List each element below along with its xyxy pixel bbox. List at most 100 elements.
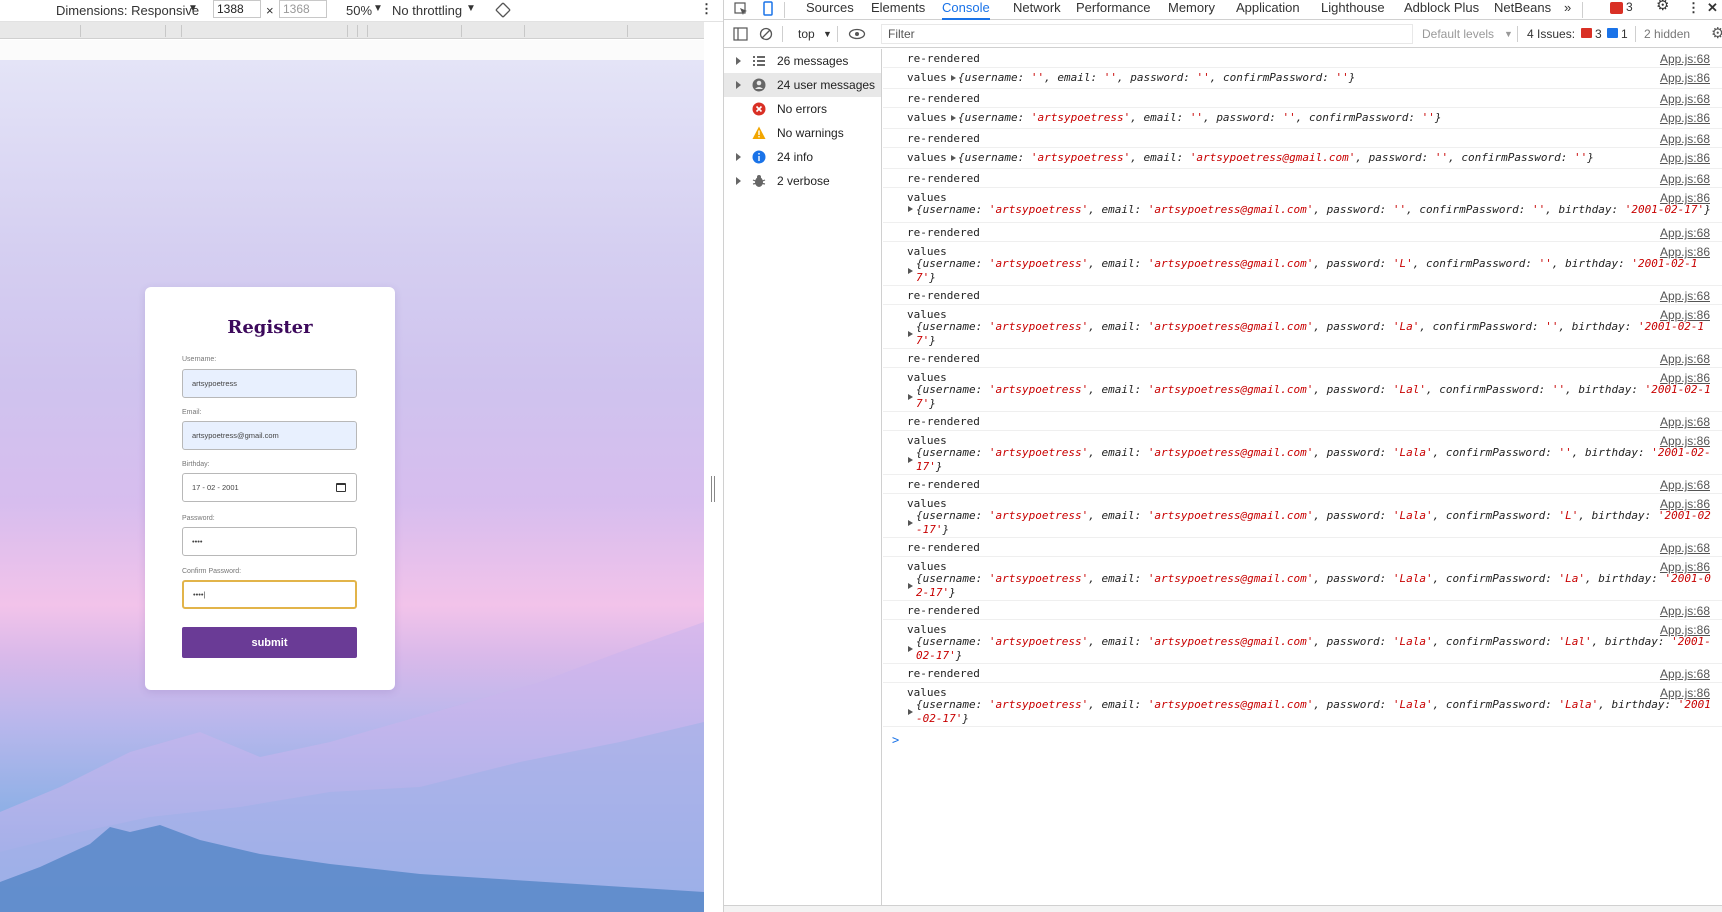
device-toggle-icon[interactable] [761,1,775,17]
username-input[interactable]: artsypoetress [182,369,357,398]
tab-lighthouse[interactable]: Lighthouse [1321,0,1385,20]
source-link[interactable]: App.js:68 [1660,226,1710,240]
error-count[interactable]: 3 [1626,0,1633,20]
dimensions-dropdown[interactable]: Dimensions: Responsive [56,3,199,18]
expand-object-icon[interactable] [951,155,956,161]
expand-object-icon[interactable] [908,709,913,715]
expand-object-icon[interactable] [908,646,913,652]
context-selector[interactable]: top [798,27,815,41]
width-input[interactable]: 1388 [213,0,261,18]
zoom-caret-icon[interactable]: ▼ [373,3,383,14]
source-link[interactable]: App.js:68 [1660,289,1710,303]
sidebar-toggle-icon[interactable] [733,27,748,41]
throttling-dropdown[interactable]: No throttling [392,3,462,18]
tab-elements[interactable]: Elements [871,0,925,20]
expand-arrow-icon[interactable] [736,57,741,65]
source-link[interactable]: App.js:68 [1660,172,1710,186]
console-settings-icon[interactable]: ⚙ [1711,24,1722,42]
throttling-caret-icon[interactable]: ▼ [466,3,476,14]
expand-object-icon[interactable] [908,457,913,463]
expand-object-icon[interactable] [951,75,956,81]
logged-object[interactable]: {username: 'artsypoetress', email: 'arts… [916,446,1711,474]
close-devtools-icon[interactable]: ✕ [1707,0,1718,20]
confirm-password-input[interactable]: ••••| [182,580,357,609]
more-tabs-icon[interactable]: » [1564,0,1571,20]
pane-resize-handle[interactable] [711,476,715,502]
source-link[interactable]: App.js:68 [1660,132,1710,146]
logged-object[interactable]: {username: 'artsypoetress', email: 'arts… [916,257,1711,285]
error-badge-icon[interactable] [1610,2,1623,14]
source-link[interactable]: App.js:68 [1660,352,1710,366]
password-input[interactable]: •••• [182,527,357,556]
expand-arrow-icon[interactable] [736,153,741,161]
logged-object[interactable]: {username: 'artsypoetress', email: 'arts… [916,320,1711,348]
sidebar-item-warnings[interactable]: No warnings [724,121,881,145]
logged-object[interactable]: {username: 'artsypoetress', email: 'arts… [916,635,1711,663]
logged-object[interactable]: {username: 'artsypoetress', email: 'arts… [916,698,1711,726]
tab-performance[interactable]: Performance [1076,0,1150,20]
calendar-icon[interactable] [336,483,346,492]
tab-application[interactable]: Application [1236,0,1300,20]
dimensions-caret-icon[interactable]: ▼ [188,3,198,14]
source-link[interactable]: App.js:68 [1660,604,1710,618]
clear-console-icon[interactable] [759,27,773,41]
submit-button[interactable]: submit [182,627,357,658]
object-key: { [916,635,923,648]
logged-object[interactable]: {username: 'artsypoetress', email: 'arts… [916,383,1711,411]
expand-object-icon[interactable] [908,268,913,274]
expand-object-icon[interactable] [908,394,913,400]
source-link[interactable]: App.js:68 [1660,415,1710,429]
logged-object[interactable]: {username: 'artsypoetress', email: 'arts… [916,203,1711,217]
devtools-menu-icon[interactable]: ⋮ [1687,0,1700,20]
expand-arrow-icon[interactable] [736,81,741,89]
source-link[interactable]: App.js:86 [1660,71,1710,85]
source-link[interactable]: App.js:68 [1660,92,1710,106]
expand-object-icon[interactable] [908,583,913,589]
sidebar-label: 24 user messages [777,78,876,92]
source-link[interactable]: App.js:68 [1660,478,1710,492]
email-input[interactable]: artsypoetress@gmail.com [182,421,357,450]
sidebar-item-user-messages[interactable]: 24 user messages [724,73,881,97]
logged-object[interactable]: {username: '', email: '', password: '', … [958,71,1355,84]
source-link[interactable]: App.js:68 [1660,667,1710,681]
sidebar-item-messages[interactable]: 26 messages [724,49,881,73]
sidebar-item-info[interactable]: 24 info [724,145,881,169]
more-options-icon[interactable]: ⋮ [700,1,713,17]
tab-network[interactable]: Network [1013,0,1061,20]
tab-adblock-plus[interactable]: Adblock Plus [1404,0,1479,20]
source-link[interactable]: App.js:86 [1660,111,1710,125]
source-link[interactable]: App.js:86 [1660,151,1710,165]
context-caret-icon[interactable]: ▼ [823,29,832,39]
tab-console[interactable]: Console [942,0,990,20]
issues-button[interactable]: 4 Issues: [1527,27,1575,41]
console-filter-input[interactable]: Filter [881,24,1413,44]
live-expression-eye-icon[interactable] [848,28,866,40]
zoom-dropdown[interactable]: 50% [346,3,372,18]
object-key: , [1571,446,1585,459]
expand-object-icon[interactable] [908,206,913,212]
tab-sources[interactable]: Sources [806,0,854,20]
settings-gear-icon[interactable]: ⚙ [1656,0,1669,18]
inspect-element-icon[interactable] [734,2,748,16]
birthday-input[interactable]: 17 - 02 - 2001 [182,473,357,502]
expand-object-icon[interactable] [908,520,913,526]
source-link[interactable]: App.js:68 [1660,541,1710,555]
expand-arrow-icon[interactable] [736,177,741,185]
sidebar-item-verbose[interactable]: 2 verbose [724,169,881,193]
logged-object[interactable]: {username: 'artsypoetress', email: '', p… [958,111,1442,124]
logged-object[interactable]: {username: 'artsypoetress', email: 'arts… [958,151,1594,164]
source-link[interactable]: App.js:68 [1660,52,1710,66]
rotate-icon[interactable] [495,2,511,18]
height-input[interactable]: 1368 [279,0,327,18]
object-key: } [949,586,956,599]
logged-object[interactable]: {username: 'artsypoetress', email: 'arts… [916,572,1711,600]
expand-object-icon[interactable] [951,115,956,121]
levels-caret-icon[interactable]: ▼ [1504,29,1513,39]
tab-netbeans[interactable]: NetBeans [1494,0,1551,20]
logged-object[interactable]: {username: 'artsypoetress', email: 'arts… [916,509,1711,537]
expand-object-icon[interactable] [908,331,913,337]
console-prompt[interactable]: > [892,733,899,747]
sidebar-item-errors[interactable]: No errors [724,97,881,121]
tab-memory[interactable]: Memory [1168,0,1215,20]
log-levels-dropdown[interactable]: Default levels [1422,27,1494,41]
